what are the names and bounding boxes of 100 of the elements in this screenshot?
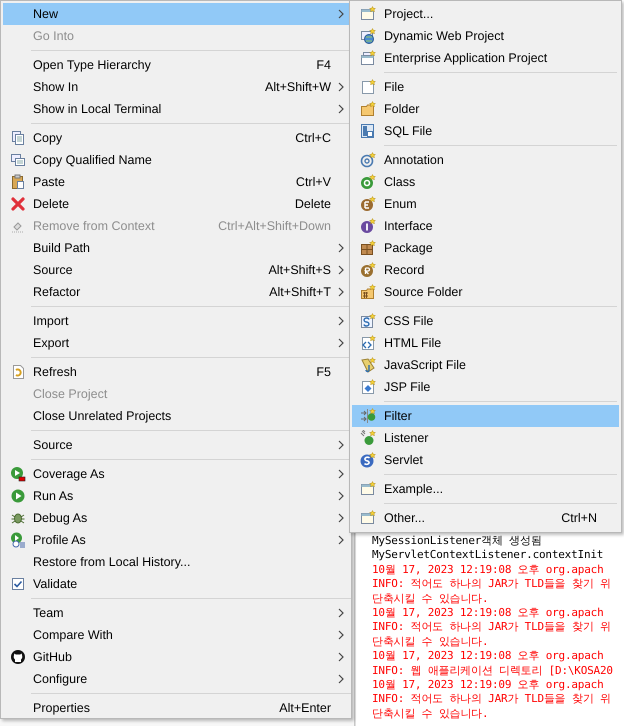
- menu-item[interactable]: SQL File: [352, 120, 619, 142]
- new-window-icon: [360, 6, 376, 22]
- shortcut-text: Alt+Shift+S: [268, 263, 331, 277]
- menu-item[interactable]: Paste Ctrl+V: [3, 171, 349, 193]
- new-folder-icon: [360, 101, 376, 117]
- menu-item[interactable]: New: [3, 3, 349, 25]
- menu-item[interactable]: Configure: [3, 668, 349, 690]
- console-line: 단축시킬 수 있습니다.: [372, 634, 490, 650]
- menu-item[interactable]: Class: [352, 171, 619, 193]
- copy-icon: [10, 152, 26, 168]
- menu-item[interactable]: Refactor Alt+Shift+T: [3, 281, 349, 303]
- circle-icon: [360, 174, 376, 190]
- menu-item[interactable]: Copy Ctrl+C: [3, 127, 349, 149]
- console-line: 10월 17, 2023 12:19:09 오후 org.apach: [372, 678, 604, 692]
- new-window-icon: [360, 510, 376, 526]
- menu-item[interactable]: File: [352, 76, 619, 98]
- package-icon: [360, 240, 376, 256]
- menu-item[interactable]: Profile As: [3, 529, 349, 551]
- shortcut-text: Alt+Shift+W: [265, 80, 331, 94]
- console-line: 10월 17, 2023 12:19:08 오후 org.apach: [372, 649, 604, 664]
- shortcut-text: Delete: [294, 197, 331, 211]
- console-line: INFO: 적어도 하나의 JAR가 TLD들을 찾기 위: [372, 692, 612, 707]
- menu-item[interactable]: CSS File: [352, 310, 619, 332]
- menu-item[interactable]: Enum: [352, 193, 619, 215]
- console-line: 단축시킬 수 있습니다.: [372, 706, 490, 722]
- new-file-icon: [360, 79, 376, 95]
- shortcut-text: Ctrl+V: [296, 175, 331, 189]
- new-file-icon: [360, 357, 376, 373]
- menu-item[interactable]: Refresh F5: [3, 361, 349, 383]
- menu-item[interactable]: Compare With: [3, 624, 349, 646]
- menu-item[interactable]: Interface: [352, 215, 619, 237]
- circle-icon: [360, 218, 376, 234]
- circle-icon: [360, 196, 376, 212]
- checkbox-icon: [10, 576, 26, 592]
- menu-item[interactable]: JSP File: [352, 376, 619, 398]
- console-line: INFO: 웹 애플리케이션 디렉토리 [D:\KOSA20: [372, 664, 614, 678]
- menu-item[interactable]: Record: [352, 259, 619, 281]
- delete-icon: [10, 196, 26, 212]
- console-line: MySessionListener객체 생성됨: [372, 534, 543, 548]
- document-icon: [360, 123, 376, 139]
- menu-item[interactable]: Coverage As: [3, 463, 349, 485]
- shortcut-text: Ctrl+C: [295, 131, 331, 145]
- circle-icon: [360, 452, 376, 468]
- menu-item[interactable]: Open Type Hierarchy F4: [3, 54, 349, 76]
- new-window-icon: [360, 481, 376, 497]
- menu-item[interactable]: Import: [3, 310, 349, 332]
- shortcut-text: Ctrl+Alt+Shift+Down: [218, 219, 331, 233]
- menu-item[interactable]: Export: [3, 332, 349, 354]
- menu-item[interactable]: Delete Delete: [3, 193, 349, 215]
- shortcut-text: Alt+Shift+T: [269, 285, 331, 299]
- menu-item[interactable]: Copy Qualified Name: [3, 149, 349, 171]
- menu-item[interactable]: Team: [3, 602, 349, 624]
- play-icon: [10, 488, 26, 504]
- console-line: INFO: 적어도 하나의 JAR가 TLD들을 찾기 위: [372, 620, 612, 635]
- menu-item[interactable]: Dynamic Web Project: [352, 25, 619, 47]
- shortcut-text: Alt+Enter: [279, 701, 331, 715]
- menu-item[interactable]: Project...: [352, 3, 619, 25]
- menu-item[interactable]: Run As: [3, 485, 349, 507]
- new-folder-icon: [360, 284, 376, 300]
- menu-item[interactable]: HTML File: [352, 332, 619, 354]
- menu-item[interactable]: Properties Alt+Enter: [3, 697, 349, 719]
- menu-item[interactable]: Enterprise Application Project: [352, 47, 619, 69]
- console-line: INFO: 적어도 하나의 JAR가 TLD들을 찾기 위: [372, 577, 612, 592]
- new-file-icon: [360, 379, 376, 395]
- menu-item[interactable]: Filter: [352, 405, 619, 427]
- menu-item[interactable]: Debug As: [3, 507, 349, 529]
- menu-item[interactable]: JavaScript File: [352, 354, 619, 376]
- menu-item[interactable]: Restore from Local History...: [3, 551, 349, 573]
- play-icon: [10, 532, 26, 548]
- shortcut-text: F5: [316, 365, 331, 379]
- menu-item[interactable]: Listener: [352, 427, 619, 449]
- round-logo-icon: [10, 649, 26, 665]
- menu-item[interactable]: Annotation: [352, 149, 619, 171]
- menu-item[interactable]: Close Unrelated Projects: [3, 405, 349, 427]
- console-line: 10월 17, 2023 12:19:08 오후 org.apach: [372, 562, 604, 578]
- menu-item[interactable]: Servlet: [352, 449, 619, 471]
- shortcut-text: F4: [316, 58, 331, 72]
- new-file-icon: [360, 313, 376, 329]
- console-line: 단축시킬 수 있습니다.: [372, 592, 490, 606]
- menu-item[interactable]: Package: [352, 237, 619, 259]
- globe-icon: [360, 28, 376, 44]
- menu-item[interactable]: Folder: [352, 98, 619, 120]
- menu-item[interactable]: Source: [3, 434, 349, 456]
- menu-item[interactable]: Build Path: [3, 237, 349, 259]
- copy-icon: [10, 130, 26, 146]
- menu-item[interactable]: Example...: [352, 478, 619, 500]
- circle-icon: [360, 262, 376, 278]
- console-line: MyServletContextListener.contextInit: [372, 548, 604, 563]
- refresh-icon: [10, 364, 26, 380]
- menu-item[interactable]: GitHub: [3, 646, 349, 668]
- new-file-icon: [360, 335, 376, 351]
- menu-item[interactable]: Source Folder: [352, 281, 619, 303]
- menu-item[interactable]: Source Alt+Shift+S: [3, 259, 349, 281]
- menu-item[interactable]: Other... Ctrl+N: [352, 507, 619, 529]
- listener-icon: [360, 430, 376, 446]
- menu-item[interactable]: Show In Alt+Shift+W: [3, 76, 349, 98]
- menu-item[interactable]: Show in Local Terminal: [3, 98, 349, 120]
- shortcut-text: Ctrl+N: [561, 511, 597, 525]
- menu-item[interactable]: Validate: [3, 573, 349, 595]
- new-window-icon: [360, 50, 376, 66]
